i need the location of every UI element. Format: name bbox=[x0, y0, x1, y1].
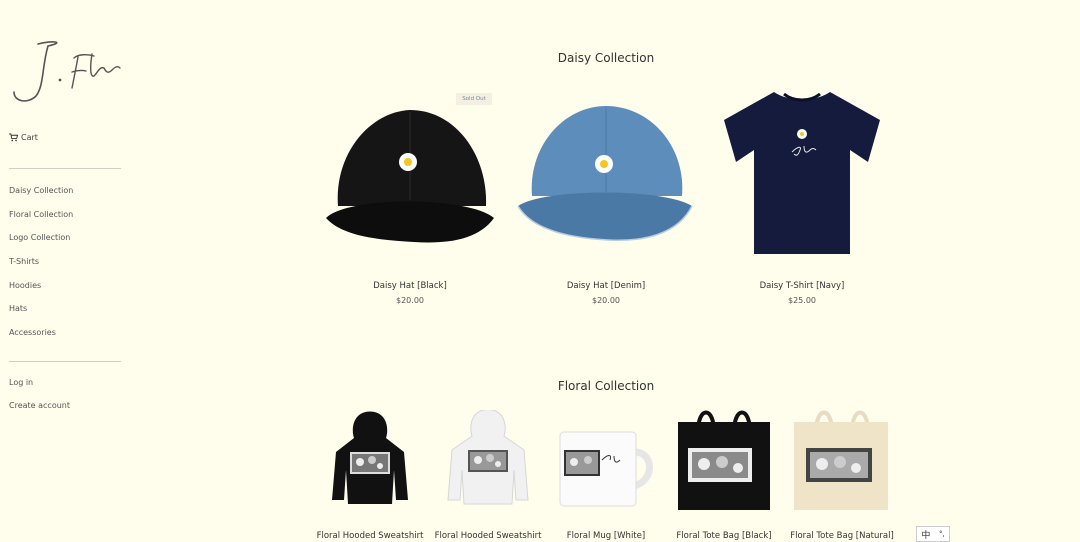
sidebar-item-hoodies[interactable]: Hoodies bbox=[9, 281, 41, 290]
sidebar-item-hats[interactable]: Hats bbox=[9, 304, 27, 313]
product-name: Floral Hooded Sweatshirt bbox=[434, 531, 542, 541]
sidebar-item-t-shirts[interactable]: T-Shirts bbox=[9, 257, 39, 266]
natural-tote-image bbox=[794, 410, 888, 510]
denim-cap-image bbox=[517, 106, 693, 242]
sidebar-item-accessories[interactable]: Accessories bbox=[9, 328, 56, 337]
product-name: Daisy Hat [Black] bbox=[373, 281, 447, 291]
create-account-link[interactable]: Create account bbox=[9, 401, 70, 410]
black-tote-image bbox=[678, 410, 770, 510]
brand-logo[interactable] bbox=[8, 36, 124, 108]
product-card[interactable]: Floral Hooded Sweatshirt bbox=[432, 410, 544, 542]
signature-logo-icon bbox=[13, 41, 121, 102]
product-card[interactable]: Floral Tote Bag [Black] bbox=[668, 408, 780, 542]
navy-tshirt-image bbox=[724, 92, 880, 254]
section-title-floral: Floral Collection bbox=[557, 379, 655, 393]
cart-label: Cart bbox=[21, 133, 38, 142]
cart-link[interactable]: Cart bbox=[9, 133, 38, 142]
white-mug-image bbox=[559, 431, 653, 507]
white-hoodie-image bbox=[447, 410, 529, 505]
product-name: Floral Tote Bag [Black] bbox=[676, 531, 772, 541]
product-price: $20.00 bbox=[396, 296, 424, 305]
black-cap-image bbox=[326, 110, 494, 243]
ime-indicator[interactable]: 中 °, bbox=[916, 526, 950, 542]
product-card[interactable]: Daisy T-Shirt [Navy] $25.00 bbox=[710, 86, 894, 308]
black-hoodie-image bbox=[332, 411, 408, 504]
cart-icon bbox=[9, 133, 18, 142]
section-title-daisy: Daisy Collection bbox=[557, 51, 655, 65]
login-link[interactable]: Log in bbox=[9, 378, 33, 387]
sidebar-divider bbox=[9, 361, 121, 362]
product-card[interactable]: Floral Hooded Sweatshirt bbox=[314, 410, 426, 542]
product-name: Daisy Hat [Denim] bbox=[566, 281, 646, 291]
product-card[interactable]: Daisy Hat [Denim] $20.00 bbox=[514, 96, 698, 308]
product-name: Floral Mug [White] bbox=[566, 531, 646, 541]
product-name: Daisy T-Shirt [Navy] bbox=[759, 281, 845, 291]
ime-mode-icon: °, bbox=[938, 530, 945, 538]
ime-language-label: 中 bbox=[921, 530, 931, 541]
product-card[interactable]: Floral Tote Bag [Natural] bbox=[786, 408, 898, 542]
product-price: $25.00 bbox=[788, 296, 816, 305]
sidebar-item-floral-collection[interactable]: Floral Collection bbox=[9, 210, 73, 219]
product-card[interactable]: Floral Mug [White] bbox=[550, 410, 662, 542]
product-card[interactable]: Daisy Hat [Black] $20.00 bbox=[318, 96, 502, 308]
sidebar: Cart Daisy Collection Floral Collection … bbox=[0, 0, 130, 542]
product-price: $20.00 bbox=[592, 296, 620, 305]
sidebar-item-logo-collection[interactable]: Logo Collection bbox=[9, 233, 70, 242]
product-name: Floral Tote Bag [Natural] bbox=[790, 531, 894, 541]
product-name: Floral Hooded Sweatshirt bbox=[316, 531, 424, 541]
sidebar-divider bbox=[9, 168, 121, 169]
sidebar-item-daisy-collection[interactable]: Daisy Collection bbox=[9, 186, 73, 195]
